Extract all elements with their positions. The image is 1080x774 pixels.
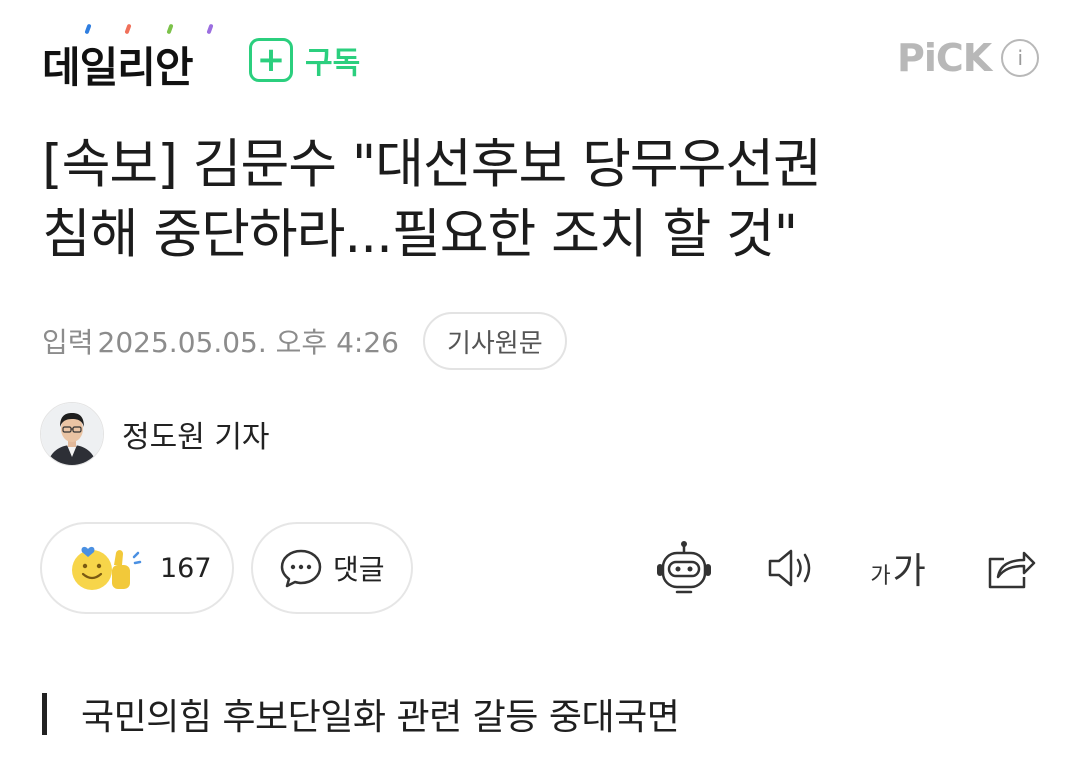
reaction-count: 167 (160, 552, 212, 584)
speaker-icon (768, 549, 811, 587)
article-meta: 입력 2025.05.05. 오후 4:26 기사원문 (42, 312, 567, 370)
logo-text: 데일리안 (42, 43, 194, 92)
speech-bubble-icon (280, 549, 322, 588)
comment-button[interactable]: 댓글 (251, 522, 413, 614)
share-icon (988, 551, 1036, 589)
published-date: 2025.05.05. 오후 4:26 (97, 326, 399, 359)
subtitle-text: 국민의힘 후보단일화 관련 갈등 중대국면 (81, 697, 680, 738)
summary-bot-button[interactable] (654, 540, 714, 596)
font-size-button[interactable]: 가가 (866, 540, 930, 596)
share-button[interactable] (982, 540, 1038, 596)
robot-icon (657, 541, 711, 594)
reporter-info[interactable]: 정도원 기자 (40, 402, 270, 466)
reporter-avatar (40, 402, 104, 466)
tts-button[interactable] (764, 540, 820, 596)
comment-label: 댓글 (333, 553, 385, 586)
article-subtitle: 국민의힘 후보단일화 관련 갈등 중대국면 (42, 688, 680, 740)
subtitle-bar (42, 693, 47, 735)
pick-badge[interactable]: PiCK i (897, 36, 1040, 80)
smile-thumbs-up-icon (72, 546, 142, 590)
article-header: 데일리안 + 구독 PiCK i (0, 0, 1080, 110)
title-line-1: [속보] 김문수 "대선후보 당무우선권 (42, 134, 822, 195)
title-line-2: 침해 중단하라...필요한 조치 할 것" (42, 204, 798, 265)
original-article-button[interactable]: 기사원문 (422, 312, 567, 370)
pick-label: PiCK (897, 36, 992, 80)
reporter-name: 정도원 기자 (122, 420, 270, 455)
info-icon[interactable]: i (1001, 39, 1040, 77)
reaction-button[interactable]: 167 (40, 522, 234, 614)
article-title: [속보] 김문수 "대선후보 당무우선권 침해 중단하라...필요한 조치 할 … (42, 130, 1042, 270)
plus-icon: + (249, 38, 293, 82)
font-size-icon: 가가 (870, 551, 926, 592)
published-label: 입력 (42, 326, 94, 359)
subscribe-label: 구독 (305, 46, 361, 81)
subscribe-button[interactable]: + 구독 (249, 38, 360, 82)
